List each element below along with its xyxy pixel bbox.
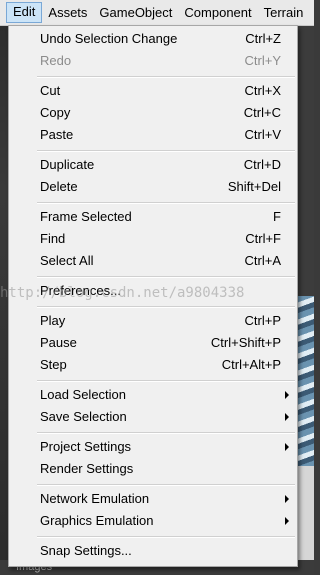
menu-item-frame-selected[interactable]: Frame Selected F [9,206,297,228]
menu-separator [37,306,295,308]
menu-item-shortcut: Ctrl+D [243,157,281,172]
menu-item-find[interactable]: Find Ctrl+F [9,228,297,250]
menu-item-cut[interactable]: Cut Ctrl+X [9,80,297,102]
menu-item-shortcut: Ctrl+Alt+P [221,357,281,372]
menu-item-label: Delete [40,179,78,194]
menu-item-play[interactable]: Play Ctrl+P [9,310,297,332]
menu-item-label: Render Settings [40,461,134,476]
menu-item-shortcut: Ctrl+V [244,127,281,142]
menu-item-copy[interactable]: Copy Ctrl+C [9,102,297,124]
menu-item-preferences[interactable]: Preferences... [9,280,297,302]
menu-separator [37,432,295,434]
menu-bar: Edit Assets GameObject Component Terrain [0,0,314,26]
menu-separator [37,202,295,204]
menu-separator [37,76,295,78]
menu-item-label: Snap Settings... [40,543,132,558]
menu-item-shortcut: Shift+Del [227,179,281,194]
menu-item-label: Preferences... [40,283,121,298]
menu-item-shortcut: F [273,209,281,224]
menu-item-shortcut: Ctrl+Shift+P [210,335,281,350]
menu-item-shortcut: Ctrl+A [244,253,281,268]
menu-separator [37,380,295,382]
menu-item-label: Paste [40,127,74,142]
menu-separator [37,150,295,152]
menu-item-label: Copy [40,105,71,120]
submenu-arrow-icon [285,443,289,451]
menu-item-shortcut: Ctrl+Y [244,53,281,68]
menu-item-paste[interactable]: Paste Ctrl+V [9,124,297,146]
menu-item-graphics-emulation[interactable]: Graphics Emulation [9,510,297,532]
menu-item-label: Duplicate [40,157,95,172]
background-texture-preview [298,296,314,466]
submenu-arrow-icon [285,391,289,399]
background-inspector-fragment [298,466,314,566]
menu-item-save-selection[interactable]: Save Selection [9,406,297,428]
menu-item-label: Load Selection [40,387,127,402]
background-panel-right [298,26,314,575]
menu-item-shortcut: Ctrl+Z [245,31,281,46]
menu-item-pause[interactable]: Pause Ctrl+Shift+P [9,332,297,354]
menu-gameobject[interactable]: GameObject [93,3,178,22]
menu-item-label: Find [40,231,66,246]
menu-item-label: Redo [40,53,72,68]
menu-separator [37,276,295,278]
submenu-arrow-icon [285,495,289,503]
menu-item-label: Project Settings [40,439,132,454]
menu-separator [37,484,295,486]
menu-separator [37,536,295,538]
submenu-arrow-icon [285,517,289,525]
menu-item-project-settings[interactable]: Project Settings [9,436,297,458]
menu-edit[interactable]: Edit [6,2,43,23]
menu-item-label: Cut [40,83,61,98]
menu-item-snap-settings[interactable]: Snap Settings... [9,540,297,562]
menu-item-redo[interactable]: Redo Ctrl+Y [9,50,297,72]
menu-item-label: Pause [40,335,77,350]
menu-item-label: Network Emulation [40,491,150,506]
menu-item-label: Select All [40,253,94,268]
edit-dropdown-menu: Undo Selection Change Ctrl+Z Redo Ctrl+Y… [8,25,298,567]
menu-item-undo[interactable]: Undo Selection Change Ctrl+Z [9,28,297,50]
menu-item-label: Undo Selection Change [40,31,178,46]
menu-item-network-emulation[interactable]: Network Emulation [9,488,297,510]
submenu-arrow-icon [285,413,289,421]
menu-component[interactable]: Component [178,3,257,22]
menu-item-load-selection[interactable]: Load Selection [9,384,297,406]
menu-item-shortcut: Ctrl+C [243,105,281,120]
menu-item-shortcut: Ctrl+X [244,83,281,98]
menu-assets[interactable]: Assets [42,3,93,22]
menu-item-label: Save Selection [40,409,127,424]
menu-item-label: Frame Selected [40,209,132,224]
menu-item-render-settings[interactable]: Render Settings [9,458,297,480]
menu-item-duplicate[interactable]: Duplicate Ctrl+D [9,154,297,176]
menu-item-label: Play [40,313,66,328]
menu-item-label: Graphics Emulation [40,513,154,528]
menu-item-shortcut: Ctrl+F [245,231,281,246]
menu-item-label: Step [40,357,67,372]
menu-terrain[interactable]: Terrain [258,3,310,22]
menu-item-select-all[interactable]: Select All Ctrl+A [9,250,297,272]
menu-item-delete[interactable]: Delete Shift+Del [9,176,297,198]
menu-item-step[interactable]: Step Ctrl+Alt+P [9,354,297,376]
menu-item-shortcut: Ctrl+P [244,313,281,328]
